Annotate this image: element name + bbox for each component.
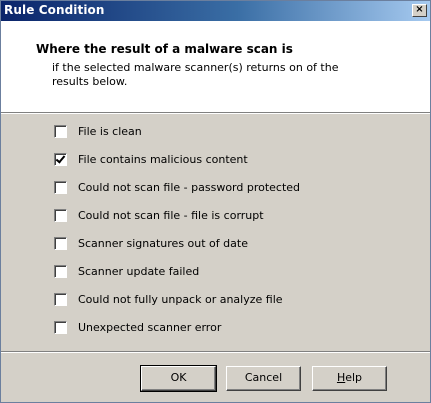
checkbox[interactable] — [54, 208, 67, 222]
option-label: Unexpected scanner error — [78, 320, 222, 334]
option-label: Could not fully unpack or analyze file — [78, 292, 283, 306]
option-file-is-corrupt[interactable]: Could not scan file - file is corrupt — [54, 207, 384, 223]
option-signatures-out-of-date[interactable]: Scanner signatures out of date — [54, 235, 384, 251]
rule-condition-dialog: Rule Condition × Where the result of a m… — [0, 0, 431, 403]
header-divider-highlight — [1, 113, 430, 114]
option-file-contains-malicious-content[interactable]: File contains malicious content — [54, 151, 384, 167]
option-could-not-unpack[interactable]: Could not fully unpack or analyze file — [54, 291, 384, 307]
option-label: Could not scan file - file is corrupt — [78, 208, 264, 222]
header-title: Where the result of a malware scan is — [36, 42, 293, 56]
option-scanner-update-failed[interactable]: Scanner update failed — [54, 263, 384, 279]
checkbox[interactable] — [54, 264, 67, 278]
option-label: Could not scan file - password protected — [78, 180, 301, 194]
header-panel: Where the result of a malware scan is if… — [1, 21, 430, 112]
help-mnemonic: H — [336, 371, 346, 384]
cancel-button[interactable]: Cancel — [226, 366, 301, 391]
help-button[interactable]: Help — [312, 366, 387, 391]
title-bar[interactable]: Rule Condition × — [1, 1, 430, 21]
ok-button[interactable]: OK — [140, 365, 217, 392]
checkbox[interactable] — [54, 124, 67, 138]
option-password-protected[interactable]: Could not scan file - password protected — [54, 179, 384, 195]
option-label: File is clean — [78, 124, 142, 138]
footer-divider-highlight — [1, 352, 430, 353]
checkbox[interactable] — [54, 320, 67, 334]
checkbox[interactable] — [54, 236, 67, 250]
checkbox[interactable] — [54, 180, 67, 194]
option-label: Scanner signatures out of date — [78, 236, 248, 250]
option-file-is-clean[interactable]: File is clean — [54, 123, 384, 139]
option-label: File contains malicious content — [78, 152, 248, 166]
window-title: Rule Condition — [4, 3, 105, 17]
help-label-rest: elp — [345, 371, 363, 384]
header-description: if the selected malware scanner(s) retur… — [52, 61, 339, 88]
checkbox-checked[interactable] — [54, 152, 67, 166]
option-unexpected-scanner-error[interactable]: Unexpected scanner error — [54, 319, 384, 335]
close-icon[interactable]: × — [412, 4, 427, 17]
option-label: Scanner update failed — [78, 264, 200, 278]
checkbox[interactable] — [54, 292, 67, 306]
